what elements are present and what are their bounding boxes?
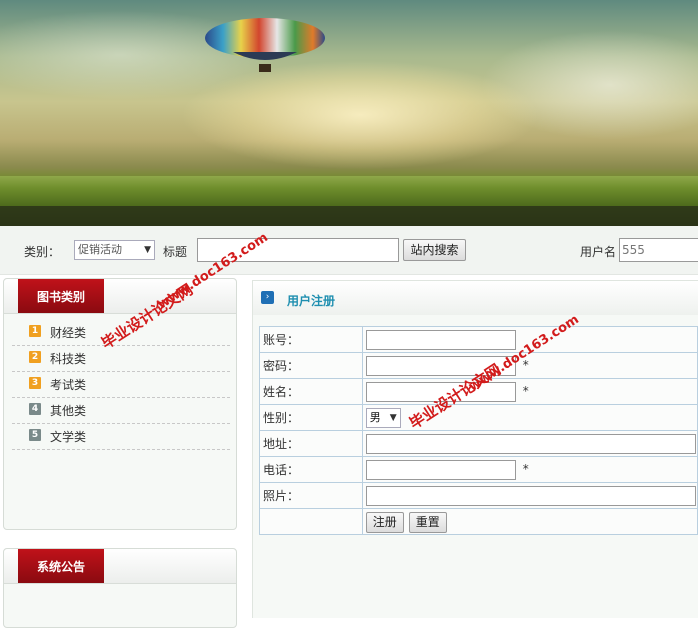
actions-spacer: [259, 508, 363, 535]
form-row-password: 密码： *: [259, 352, 698, 379]
username-input[interactable]: 555: [619, 238, 698, 262]
number-4-icon: 4: [29, 403, 41, 415]
category-item-finance[interactable]: 1 财经类: [12, 319, 230, 346]
account-label: 账号：: [259, 326, 363, 353]
number-1-icon: 1: [29, 325, 41, 337]
category-item-exam[interactable]: 3 考试类: [12, 371, 230, 398]
category-label: 文学类: [50, 430, 87, 444]
category-item-literature[interactable]: 5 文学类: [12, 423, 230, 450]
register-button[interactable]: 注册: [365, 512, 404, 533]
gender-select-value: 男: [369, 411, 381, 424]
header-banner: [0, 0, 698, 226]
category-item-other[interactable]: 4 其他类: [12, 397, 230, 424]
account-input[interactable]: [365, 330, 516, 350]
category-item-technology[interactable]: 2 科技类: [12, 345, 230, 372]
title-label: 标题: [163, 245, 188, 259]
arrow-right-icon: ›: [261, 291, 274, 304]
form-row-account: 账号：: [259, 326, 698, 353]
photo-input[interactable]: [365, 486, 696, 506]
chevron-down-icon: ▼: [144, 245, 151, 255]
required-mark: *: [522, 358, 529, 372]
banner-field: [0, 176, 698, 206]
password-input[interactable]: [365, 356, 516, 376]
register-form: 账号： 密码： * 姓名： * 性别： 男 ▼ 地址： 电话： * 照片： 注册…: [259, 326, 698, 535]
password-label: 密码：: [259, 352, 363, 379]
number-2-icon: 2: [29, 351, 41, 363]
category-label: 类别：: [24, 245, 61, 259]
phone-label: 电话：: [259, 456, 363, 483]
required-mark: *: [522, 384, 529, 398]
book-categories-panel: 图书类别 1 财经类 2 科技类 3 考试类 4 其他类 5 文学类: [3, 278, 237, 530]
register-header: › 用户注册: [253, 281, 698, 315]
announcements-panel: 系统公告: [3, 548, 237, 628]
name-input[interactable]: [365, 382, 516, 402]
banner-sunlight: [180, 60, 540, 170]
number-3-icon: 3: [29, 377, 41, 389]
title-search-input[interactable]: [197, 238, 399, 262]
name-label: 姓名：: [259, 378, 363, 405]
hot-air-balloon-icon: [205, 18, 325, 72]
form-row-address: 地址：: [259, 430, 698, 457]
phone-input[interactable]: [365, 460, 516, 480]
book-categories-title: 图书类别: [18, 279, 104, 313]
form-row-photo: 照片：: [259, 482, 698, 509]
category-label: 其他类: [50, 404, 87, 418]
chevron-down-icon: ▼: [389, 413, 397, 423]
address-label: 地址：: [259, 430, 363, 457]
required-mark: *: [522, 462, 529, 476]
number-5-icon: 5: [29, 429, 41, 441]
reset-button[interactable]: 重置: [408, 512, 447, 533]
category-select[interactable]: 促销活动 ▼: [74, 240, 155, 260]
site-search-button[interactable]: 站内搜索: [403, 239, 466, 261]
announcements-title: 系统公告: [18, 549, 104, 583]
banner-shade: [0, 206, 698, 226]
form-row-name: 姓名： *: [259, 378, 698, 405]
address-input[interactable]: [365, 434, 696, 454]
form-row-actions: 注册 重置: [259, 508, 698, 535]
category-label: 科技类: [50, 352, 87, 366]
form-row-phone: 电话： *: [259, 456, 698, 483]
photo-label: 照片：: [259, 482, 363, 509]
form-row-gender: 性别： 男 ▼: [259, 404, 698, 431]
register-title: 用户注册: [287, 294, 336, 308]
gender-label: 性别：: [259, 404, 363, 431]
category-select-value: 促销活动: [78, 243, 122, 256]
username-label: 用户名: [580, 245, 617, 259]
gender-select[interactable]: 男 ▼: [365, 408, 401, 428]
category-label: 财经类: [50, 326, 87, 340]
category-label: 考试类: [50, 378, 87, 392]
